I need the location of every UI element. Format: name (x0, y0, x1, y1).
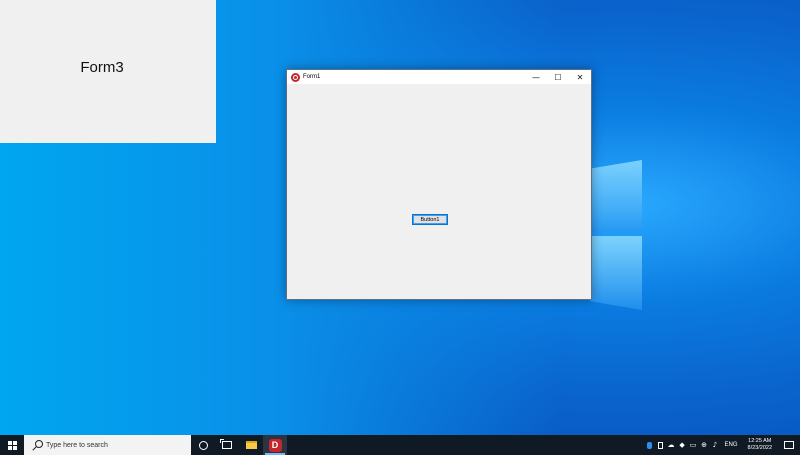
bluetooth-icon[interactable] (644, 435, 655, 455)
windows-logo-wallpaper (590, 160, 642, 310)
form1-client-area: Button1 (287, 84, 591, 299)
form1-titlebar[interactable]: Form1 — ☐ ✕ (287, 70, 591, 84)
form3-window[interactable]: Form3 (0, 0, 216, 143)
form1-window[interactable]: Form1 — ☐ ✕ Button1 (286, 69, 592, 300)
button1[interactable]: Button1 (412, 214, 448, 225)
usb-icon[interactable] (655, 435, 666, 455)
app-icon (291, 72, 300, 82)
form3-label: Form3 (80, 59, 124, 76)
circle-icon (198, 440, 208, 450)
window-title: Form1 (303, 74, 321, 80)
notification-center-button[interactable] (778, 435, 800, 455)
battery-icon[interactable]: ▭ (688, 435, 699, 455)
clock[interactable]: 12:25 AM 8/23/2022 (748, 438, 772, 452)
taskbar: Type here to search D ☁ ◆ ▭ ⊕ ♪ ENG 12:2… (0, 435, 800, 455)
file-explorer-button[interactable] (239, 435, 263, 455)
maximize-button[interactable]: ☐ (547, 70, 569, 84)
logo-pane-bottom (590, 236, 642, 310)
network-icon[interactable]: ⊕ (699, 435, 710, 455)
caption-buttons: — ☐ ✕ (525, 70, 591, 84)
close-button[interactable]: ✕ (569, 70, 591, 84)
language-indicator[interactable]: ENG (725, 442, 738, 448)
delphi-app-button[interactable]: D (263, 435, 287, 455)
onedrive-icon[interactable]: ☁ (666, 435, 677, 455)
folder-icon (245, 441, 257, 449)
task-view-button[interactable] (215, 435, 239, 455)
logo-pane-top (590, 160, 642, 232)
windows-start-icon (7, 440, 17, 450)
task-view-icon (220, 439, 232, 449)
start-button[interactable] (0, 435, 24, 455)
security-icon[interactable]: ◆ (677, 435, 688, 455)
system-tray: ☁ ◆ ▭ ⊕ ♪ ENG 12:25 AM 8/23/2022 (644, 435, 800, 455)
clock-time: 12:25 AM (748, 438, 772, 444)
cortana-button[interactable] (191, 435, 215, 455)
clock-date: 8/23/2022 (747, 445, 772, 451)
notification-icon (784, 441, 794, 449)
volume-icon[interactable]: ♪ (710, 435, 721, 455)
search-icon (32, 440, 43, 450)
minimize-button[interactable]: — (525, 70, 547, 84)
search-placeholder: Type here to search (46, 441, 108, 449)
d-app-icon: D (268, 438, 282, 452)
taskbar-search-box[interactable]: Type here to search (24, 435, 191, 455)
